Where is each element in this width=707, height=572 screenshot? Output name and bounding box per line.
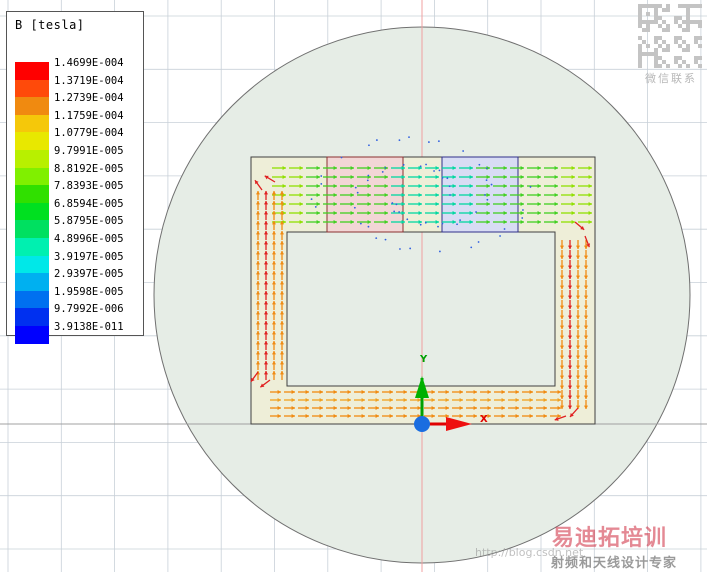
legend-swatch	[15, 202, 49, 221]
legend-value: 5.8795E-005	[54, 215, 124, 228]
legend-swatch	[15, 114, 49, 133]
legend-swatch	[15, 62, 49, 80]
legend-value: 1.4699E-004	[54, 57, 124, 69]
legend-value: 1.0779E-004	[54, 127, 124, 140]
legend-value: 3.9138E-011	[54, 321, 124, 333]
legend-value: 9.7991E-005	[54, 145, 124, 157]
legend-value: 6.8594E-005	[54, 197, 124, 210]
legend-swatch	[15, 220, 49, 239]
color-legend[interactable]: B [tesla] 1.4699E-004 1.3719E-004 1.2739E-…	[6, 11, 144, 344]
qr-code	[638, 4, 702, 68]
origin-marker	[414, 416, 430, 432]
legend-title: B [tesla]	[15, 18, 85, 32]
legend-swatch	[15, 132, 49, 151]
legend-swatch	[15, 150, 49, 168]
legend-swatch	[15, 238, 49, 256]
legend-value: 9.7992E-006	[54, 303, 124, 316]
legend-value: 7.8393E-005	[54, 180, 124, 193]
legend-swatch	[15, 308, 49, 327]
qr-caption: 微信联系	[645, 72, 697, 85]
legend-swatch	[15, 79, 49, 98]
y-axis-label: Y	[420, 354, 428, 365]
legend-swatch	[15, 255, 49, 274]
legend-swatch	[15, 273, 49, 292]
legend-swatch	[15, 290, 49, 309]
legend-swatch	[15, 326, 49, 344]
legend-value: 1.1759E-004	[54, 109, 124, 122]
legend-value: 3.9197E-005	[54, 250, 124, 263]
legend-value: 2.9397E-005	[54, 268, 124, 281]
legend-swatch	[15, 167, 49, 186]
legend-value: 4.8996E-005	[54, 233, 124, 245]
x-axis-label: X	[480, 414, 488, 425]
legend-value: 1.3719E-004	[54, 74, 124, 87]
legend-value: 8.8192E-005	[54, 162, 124, 175]
watermark-subtitle: 射频和天线设计专家	[551, 556, 678, 571]
legend-value: 1.9598E-005	[54, 285, 124, 298]
legend-swatch	[15, 97, 49, 116]
legend-value: 1.2739E-004	[54, 92, 124, 105]
legend-swatch	[15, 185, 49, 204]
watermark-brand: 易迪拓培训	[552, 526, 668, 551]
